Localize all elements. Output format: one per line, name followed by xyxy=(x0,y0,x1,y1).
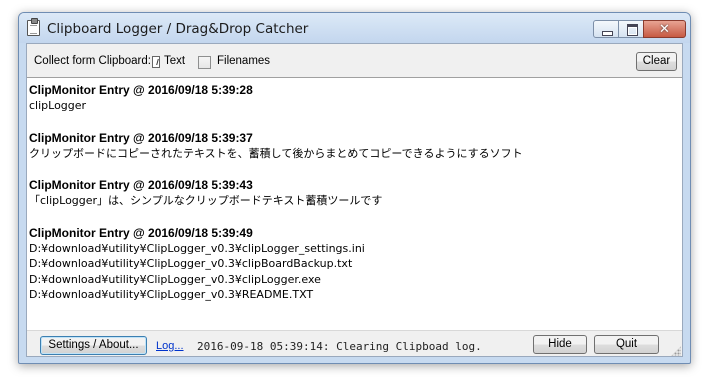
text-option-label[interactable]: Text xyxy=(164,55,185,67)
log-entry-header: ClipMonitor Entry @ 2016/09/18 5:39:28 xyxy=(29,83,253,97)
log-entry-header: ClipMonitor Entry @ 2016/09/18 5:39:37 xyxy=(29,130,253,145)
quit-button[interactable]: Quit xyxy=(594,335,659,354)
filenames-checkbox[interactable] xyxy=(198,56,211,69)
title-bar[interactable]: Clipboard Logger / Drag&Drop Catcher ✕ xyxy=(19,13,690,43)
close-button[interactable]: ✕ xyxy=(643,20,686,38)
collect-label: Collect form Clipboard: xyxy=(34,55,151,67)
resize-grip-icon[interactable] xyxy=(671,346,681,356)
log-entry-line: clipLogger xyxy=(29,99,87,112)
log-textarea[interactable]: ClipMonitor Entry @ 2016/09/18 5:39:28 cl… xyxy=(27,77,682,331)
maximize-button[interactable] xyxy=(618,20,644,38)
minimize-button[interactable] xyxy=(593,20,619,38)
log-entry-line: 「clipLogger」は、シンプルなクリップボードテキスト蓄積ツールです xyxy=(29,194,383,207)
clipboard-icon xyxy=(27,18,40,36)
log-link[interactable]: Log... xyxy=(156,340,184,352)
settings-about-button[interactable]: Settings / About... xyxy=(40,336,147,355)
log-entry-line: D:¥download¥utility¥ClipLogger_v0.3¥clip… xyxy=(29,241,365,255)
status-message: 2016-09-18 05:39:14: Clearing Clipboad l… xyxy=(197,340,482,353)
log-entry: ClipMonitor Entry @ 2016/09/18 5:39:37 クリ… xyxy=(29,130,682,162)
log-entry: ClipMonitor Entry @ 2016/09/18 5:39:43 「c… xyxy=(29,177,682,209)
client-area: Collect form Clipboard: Text Filenames C… xyxy=(26,43,683,357)
clear-button[interactable]: Clear xyxy=(636,52,677,71)
log-entry: ClipMonitor Entry @ 2016/09/18 5:39:28 cl… xyxy=(29,82,682,114)
log-entry: ClipMonitor Entry @ 2016/09/18 5:39:49 D:… xyxy=(29,225,682,303)
window-title: Clipboard Logger / Drag&Drop Catcher xyxy=(47,21,309,37)
close-icon: ✕ xyxy=(659,21,670,36)
log-entry-line: D:¥download¥utility¥ClipLogger_v0.3¥clip… xyxy=(29,257,353,270)
log-entry-header: ClipMonitor Entry @ 2016/09/18 5:39:49 xyxy=(29,225,253,240)
log-entry-line: D:¥download¥utility¥ClipLogger_v0.3¥READ… xyxy=(29,288,314,301)
log-entry-line: D:¥download¥utility¥ClipLogger_v0.3¥clip… xyxy=(29,272,321,286)
hide-button[interactable]: Hide xyxy=(533,335,587,354)
text-checkbox[interactable] xyxy=(152,56,160,68)
filenames-option-label[interactable]: Filenames xyxy=(217,55,270,67)
main-window: Clipboard Logger / Drag&Drop Catcher ✕ C… xyxy=(18,12,691,364)
log-entry-header: ClipMonitor Entry @ 2016/09/18 5:39:43 xyxy=(29,178,253,192)
toolbar: Collect form Clipboard: Text Filenames C… xyxy=(27,44,682,77)
status-bar: Settings / About... Log... 2016-09-18 05… xyxy=(27,332,682,357)
log-entry-line: クリップボードにコピーされたテキストを、蓄積して後からまとめてコピーできるように… xyxy=(29,146,523,160)
